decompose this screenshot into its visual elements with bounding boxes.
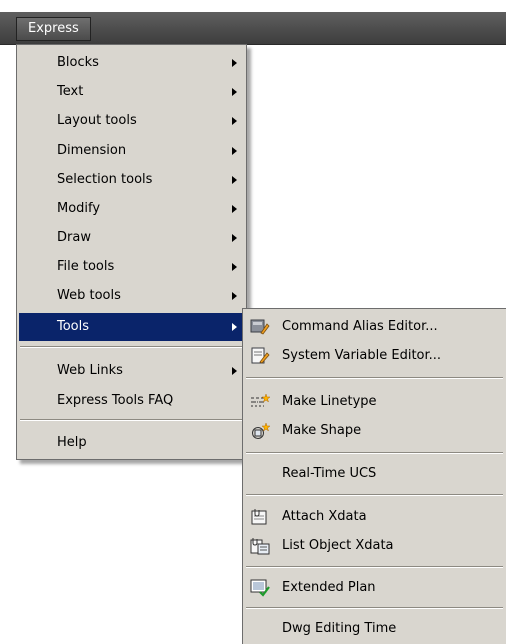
submenu-arrow-icon (232, 176, 237, 184)
menu-item-label: Help (57, 435, 87, 450)
menu-item-label: Express Tools FAQ (57, 393, 174, 408)
menu-item-label: Tools (57, 319, 90, 334)
menu-item-label: Command Alias Editor... (282, 319, 438, 334)
list-xdata-icon (250, 538, 270, 555)
express-menu[interactable]: Express (16, 17, 91, 41)
menu-item-selection-tools[interactable]: Selection tools (19, 166, 244, 194)
submenu-arrow-icon (232, 88, 237, 96)
menu-separator (246, 566, 503, 568)
menu-item-label: Layout tools (57, 113, 137, 128)
menu-separator (20, 346, 243, 348)
screen: Express Blocks Text Layout tools Dimensi… (0, 0, 506, 644)
menu-item-label: Real-Time UCS (282, 466, 377, 481)
menu-item-label: Attach Xdata (282, 509, 367, 524)
express-dropdown-menu: Blocks Text Layout tools Dimension Selec… (16, 44, 247, 460)
attach-xdata-icon (251, 509, 267, 525)
menu-item-make-linetype[interactable]: Make Linetype (245, 388, 506, 416)
menu-item-text[interactable]: Text (19, 78, 244, 106)
menu-item-label: Dimension (57, 143, 127, 158)
menu-item-label: File tools (57, 259, 115, 274)
menu-item-make-shape[interactable]: Make Shape (245, 417, 506, 445)
menu-item-label: Make Linetype (282, 394, 377, 409)
submenu-arrow-icon (232, 205, 237, 213)
menu-item-system-variable-editor[interactable]: System Variable Editor... (245, 342, 506, 370)
submenu-arrow-icon (232, 323, 237, 331)
menu-item-label: List Object Xdata (282, 538, 394, 553)
menu-item-list-object-xdata[interactable]: List Object Xdata (245, 532, 506, 560)
menu-separator (246, 452, 503, 454)
menu-separator (246, 607, 503, 609)
menu-item-attach-xdata[interactable]: Attach Xdata (245, 503, 506, 531)
menu-item-label: Web Links (57, 363, 123, 378)
menu-item-label: Text (57, 84, 84, 99)
submenu-arrow-icon (232, 263, 237, 271)
menu-bar: Express (0, 12, 506, 45)
menu-item-extended-plan[interactable]: Extended Plan (245, 574, 506, 602)
menu-item-tools[interactable]: Tools (19, 313, 244, 341)
tools-submenu: Command Alias Editor... System Variable … (242, 308, 506, 644)
menu-item-dwg-editing-time[interactable]: Dwg Editing Time (245, 615, 506, 643)
command-alias-icon (250, 319, 270, 335)
menu-item-label: Blocks (57, 55, 99, 70)
menu-separator (246, 377, 503, 379)
menu-item-label: Dwg Editing Time (282, 621, 397, 636)
extended-plan-icon (250, 579, 270, 597)
menu-item-label: Web tools (57, 288, 121, 303)
menu-item-command-alias-editor[interactable]: Command Alias Editor... (245, 313, 506, 341)
menu-item-modify[interactable]: Modify (19, 195, 244, 223)
shape-icon (252, 422, 270, 439)
menu-item-label: Extended Plan (282, 580, 376, 595)
linetype-icon (251, 393, 270, 407)
menu-item-dimension[interactable]: Dimension (19, 137, 244, 165)
submenu-arrow-icon (232, 292, 237, 300)
submenu-arrow-icon (232, 234, 237, 242)
menu-item-label: Make Shape (282, 423, 362, 438)
menu-item-blocks[interactable]: Blocks (19, 49, 244, 77)
menu-item-draw[interactable]: Draw (19, 224, 244, 252)
submenu-arrow-icon (232, 59, 237, 67)
system-variable-icon (251, 347, 270, 364)
menu-item-real-time-ucs[interactable]: Real-Time UCS (245, 460, 506, 488)
menu-item-express-tools-faq[interactable]: Express Tools FAQ (19, 387, 244, 415)
menu-separator (246, 494, 503, 496)
menu-item-label: Modify (57, 201, 101, 216)
menu-item-web-links[interactable]: Web Links (19, 357, 244, 385)
menu-item-help[interactable]: Help (19, 429, 244, 457)
menu-separator (20, 419, 243, 421)
menu-item-layout-tools[interactable]: Layout tools (19, 107, 244, 135)
submenu-arrow-icon (232, 367, 237, 375)
menu-item-label: Draw (57, 230, 91, 245)
submenu-arrow-icon (232, 147, 237, 155)
menu-item-label: System Variable Editor... (282, 348, 442, 363)
menu-item-label: Selection tools (57, 172, 153, 187)
menu-item-web-tools[interactable]: Web tools (19, 282, 244, 310)
submenu-arrow-icon (232, 117, 237, 125)
menu-item-file-tools[interactable]: File tools (19, 253, 244, 281)
